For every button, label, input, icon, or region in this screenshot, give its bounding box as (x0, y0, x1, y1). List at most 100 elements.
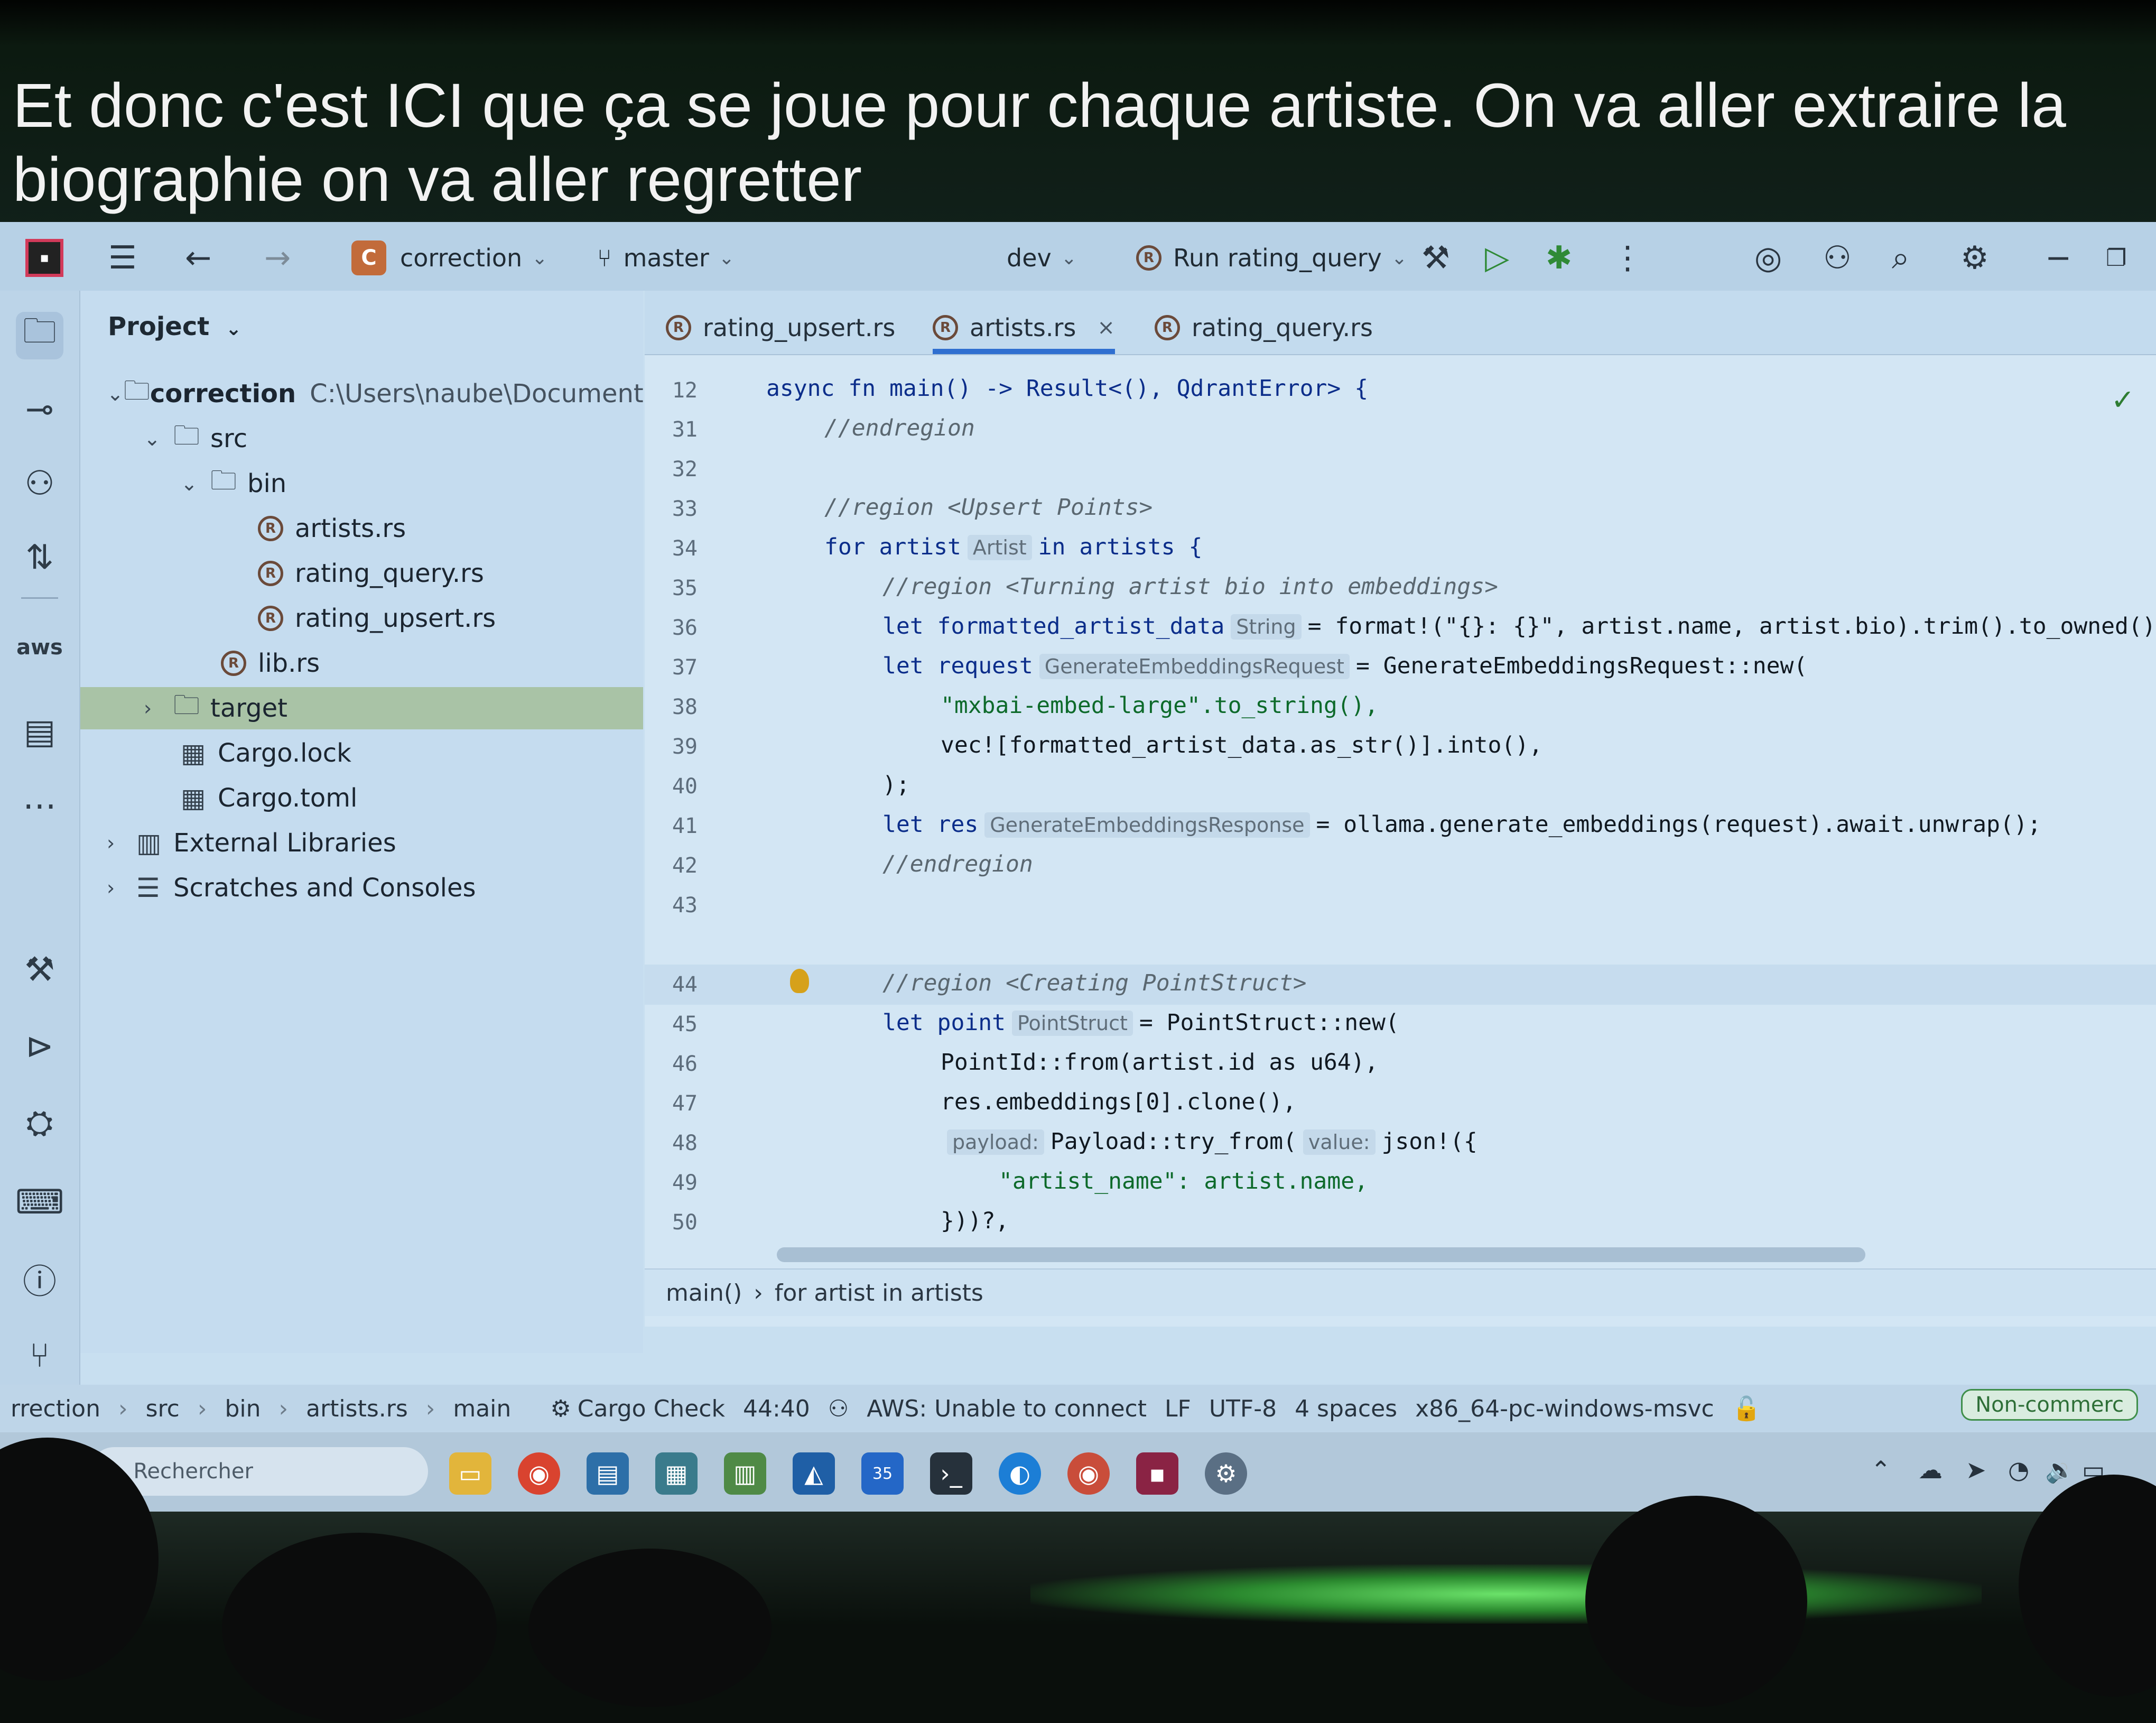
app-icon[interactable]: ▥ (724, 1452, 766, 1495)
code-line-41[interactable]: let res GenerateEmbeddingsResponse = ollam… (882, 811, 2041, 838)
services-icon[interactable]: ⚇ (16, 460, 63, 507)
rustrover-icon[interactable]: ▪ (1136, 1452, 1178, 1495)
tree-item-lib-rs[interactable]: R lib.rs (221, 642, 320, 684)
code-line-37[interactable]: let request GenerateEmbeddingsRequest = Ge… (882, 653, 1807, 679)
chrome-dev-icon[interactable]: ◉ (1067, 1452, 1110, 1495)
services-tool-icon[interactable]: ⛭ (16, 1099, 63, 1147)
code-line-31[interactable]: //endregion (824, 415, 975, 441)
tree-item-artists-rs[interactable]: R artists.rs (258, 507, 406, 550)
breadcrumb-item[interactable]: for artist in artists (775, 1280, 983, 1307)
restore-icon[interactable]: ❐ (2106, 237, 2126, 279)
code-line-46[interactable]: PointId::from(artist.id as u64), (941, 1049, 1378, 1076)
code-line-44[interactable]: //region <Creating PointStruct> (882, 970, 1307, 996)
app-icon[interactable]: ▦ (655, 1452, 698, 1495)
code-line-36[interactable]: let formatted_artist_data String = format!… (882, 613, 2156, 640)
settings-gear-icon[interactable]: ⚙ (1960, 237, 1989, 279)
file-explorer-icon[interactable]: ▭ (449, 1452, 491, 1495)
tree-item-scratches[interactable]: › ☰ Scratches and Consoles (107, 867, 476, 909)
code-line-39[interactable]: vec![formatted_artist_data.as_str()].int… (941, 732, 1542, 758)
status-path-item[interactable]: main (453, 1395, 511, 1422)
status-path-item[interactable]: src (146, 1395, 180, 1422)
more-tools-icon[interactable]: ⋯ (16, 782, 63, 830)
ai-assistant-icon[interactable]: ◎ (1754, 237, 1782, 279)
license-badge[interactable]: Non-commerc (1961, 1389, 2138, 1421)
line-separator[interactable]: LF (1165, 1395, 1191, 1422)
tree-item-cargo-toml[interactable]: ▦ Cargo.toml (181, 777, 357, 819)
project-selector[interactable]: C correction ⌄ (351, 237, 547, 279)
code-line-34[interactable]: for artist Artist in artists { (824, 534, 1202, 560)
commit-icon[interactable]: ⊸ (16, 386, 63, 433)
project-panel-header[interactable]: Project ⌄ (108, 312, 241, 341)
tree-item-correction[interactable]: ⌄ 🗀 correction C:\Users\naube\Documents (107, 373, 657, 415)
close-icon[interactable]: × (1097, 316, 1115, 340)
minimize-icon[interactable]: − (2045, 237, 2071, 279)
tree-item-bin[interactable]: ⌄ 🗀 bin (181, 462, 286, 505)
code-line-12[interactable]: async fn main() -> Result<(), QdrantErro… (766, 375, 1368, 402)
horizontal-scrollbar[interactable] (777, 1247, 1865, 1262)
onedrive-icon[interactable]: ☁ (1918, 1456, 1943, 1484)
location-icon[interactable]: ➤ (1966, 1456, 1986, 1484)
add-user-icon[interactable]: ⚇ (1823, 237, 1852, 279)
more-actions-icon[interactable]: ⋮ (1612, 237, 1643, 279)
tree-item-target[interactable]: › 🗀 target (80, 687, 643, 729)
indent[interactable]: 4 spaces (1295, 1395, 1397, 1422)
target-triple[interactable]: x86_64-pc-windows-msvc (1415, 1395, 1714, 1422)
tree-item-external-libraries[interactable]: › ▥ External Libraries (107, 822, 396, 864)
build-hammer-icon[interactable]: ⚒ (1421, 237, 1450, 279)
run-play-icon[interactable]: ▷ (1485, 237, 1509, 279)
settings-gear-icon[interactable]: ⚙ (1205, 1452, 1247, 1495)
code-line-48[interactable]: payload: Payload::try_from(value: json!({ (941, 1128, 1477, 1155)
code-line-45[interactable]: let point PointStruct = PointStruct::new( (882, 1009, 1399, 1036)
app-logo-icon[interactable]: ▪ (25, 237, 63, 279)
terminal-icon[interactable]: ›_ (930, 1452, 972, 1495)
status-path-item[interactable]: rrection (11, 1395, 100, 1422)
cursor-position[interactable]: 44:40 (743, 1395, 810, 1422)
code-line-33[interactable]: //region <Upsert Points> (824, 494, 1153, 521)
chrome-icon[interactable]: ◉ (518, 1452, 560, 1495)
forward-arrow-icon[interactable]: → (264, 237, 291, 279)
wifi-icon[interactable]: ◔ (2008, 1456, 2029, 1484)
tab-rating-upsert[interactable]: R rating_upsert.rs (666, 307, 895, 349)
browser-icon[interactable]: ◐ (999, 1452, 1041, 1495)
chevron-up-icon[interactable]: ⌃ (1871, 1456, 1891, 1484)
search-icon[interactable]: ⌕ (1892, 237, 1910, 279)
project-folder-icon[interactable]: 🗀 (16, 312, 63, 359)
code-line-47[interactable]: res.embeddings[0].clone(), (941, 1089, 1296, 1115)
code-line-42[interactable]: //endregion (882, 851, 1033, 877)
cargo-check[interactable]: Cargo Check (578, 1395, 725, 1422)
tree-item-rating-upsert-rs[interactable]: R rating_upsert.rs (258, 597, 496, 640)
lock-icon[interactable]: 🔓 (1732, 1395, 1761, 1422)
run-icon[interactable]: ⊳ (16, 1023, 63, 1070)
build-icon[interactable]: ⚒ (16, 946, 63, 994)
main-menu-icon[interactable]: ☰ (108, 237, 137, 279)
aws-icon[interactable]: aws (16, 624, 63, 671)
code-line-40[interactable]: ); (882, 772, 910, 798)
code-line-50[interactable]: }))?, (941, 1208, 1009, 1234)
app-icon[interactable]: ◭ (793, 1452, 835, 1495)
run-config-selector[interactable]: R Run rating_query ⌄ (1136, 237, 1407, 279)
breadcrumb-item[interactable]: main() (666, 1280, 742, 1307)
encoding[interactable]: UTF-8 (1209, 1395, 1277, 1422)
terminal-icon[interactable]: ⌨ (15, 1179, 64, 1226)
tree-item-cargo-lock[interactable]: ▦ Cargo.lock (181, 732, 351, 774)
back-arrow-icon[interactable]: ← (185, 237, 211, 279)
code-line-35[interactable]: //region <Turning artist bio into embedd… (882, 573, 1498, 600)
tab-rating-query[interactable]: R rating_query.rs (1155, 307, 1373, 349)
aws-status[interactable]: AWS: Unable to connect (867, 1395, 1147, 1422)
code-line-49[interactable]: "artist_name": artist.name, (999, 1168, 1368, 1194)
problems-icon[interactable]: ⓘ (16, 1255, 63, 1303)
lightbulb-icon[interactable] (790, 969, 809, 993)
code-line-38[interactable]: "mxbai-embed-large".to_string(), (941, 692, 1378, 719)
status-path-item[interactable]: bin (225, 1395, 261, 1422)
status-path-item[interactable]: artists.rs (306, 1395, 408, 1422)
structure-icon[interactable]: ▤ (16, 708, 63, 756)
git-icon[interactable]: ⑂ (16, 1332, 63, 1379)
tree-item-rating-query-rs[interactable]: R rating_query.rs (258, 552, 484, 595)
branch-selector[interactable]: ⑂ master ⌄ (597, 237, 735, 279)
volume-icon[interactable]: 🔉 (2045, 1456, 2075, 1485)
debug-bug-icon[interactable]: ✱ (1546, 237, 1572, 279)
app-icon[interactable]: ▤ (587, 1452, 629, 1495)
tree-item-src[interactable]: ⌄ 🗀 src (144, 418, 247, 460)
tab-artists[interactable]: R artists.rs × (933, 307, 1115, 354)
outlook-icon[interactable]: 35 (861, 1452, 904, 1495)
